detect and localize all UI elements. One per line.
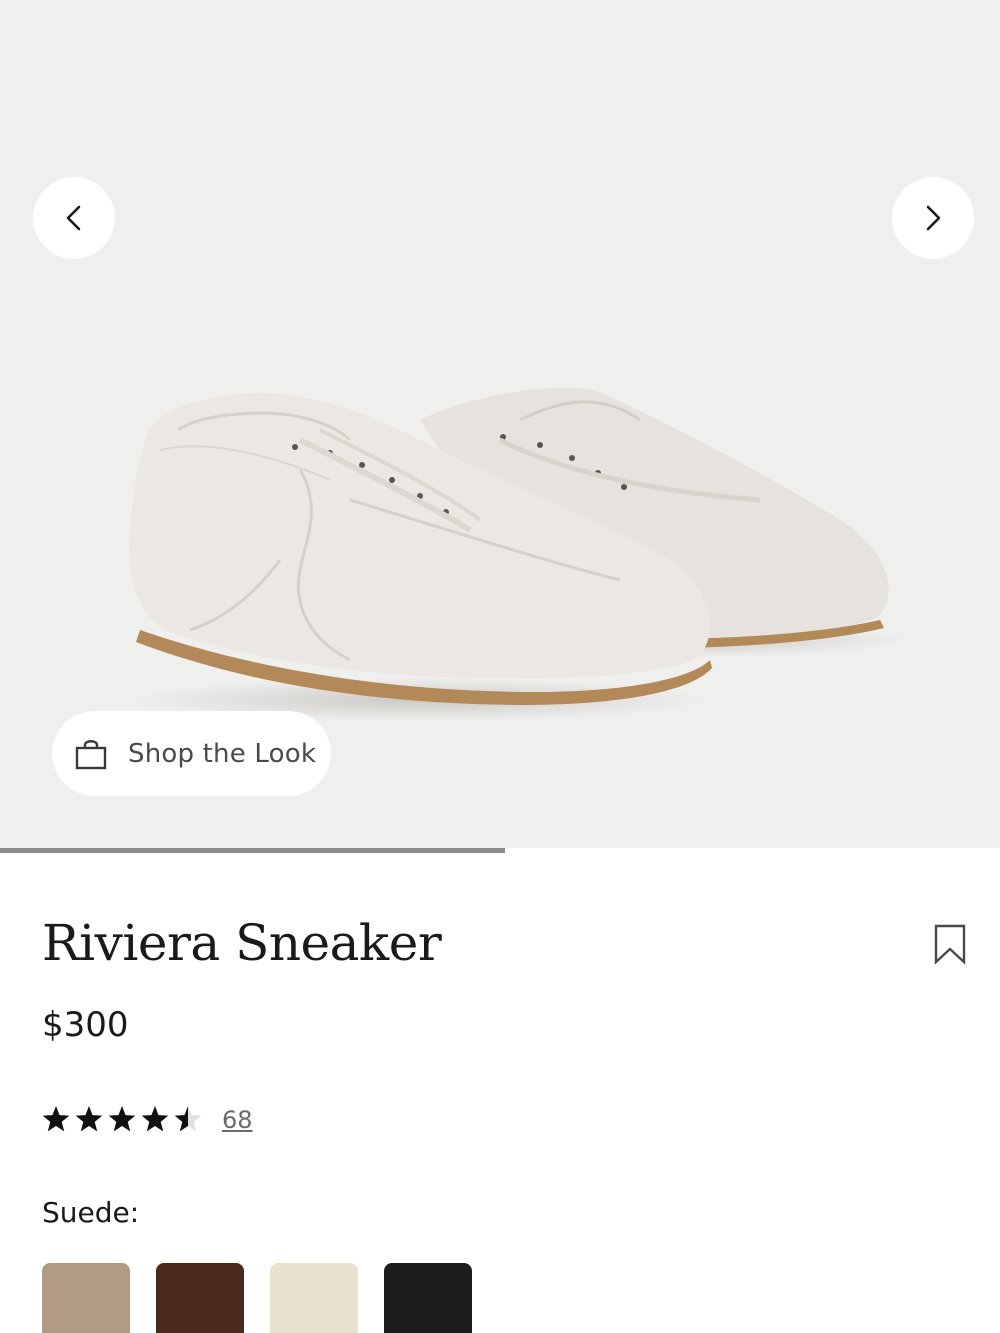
material-label: Suede: — [42, 1196, 140, 1229]
shopping-bag-icon — [75, 739, 107, 769]
product-title: Riviera Sneaker — [42, 914, 442, 972]
star-filled-icon — [108, 1106, 136, 1132]
product-rating[interactable]: 68 — [42, 1103, 253, 1137]
chevron-left-icon — [66, 205, 81, 231]
shop-the-look-button[interactable]: Shop the Look — [52, 711, 331, 796]
star-filled-icon — [42, 1106, 70, 1132]
star-filled-icon — [75, 1106, 103, 1132]
bookmark-icon — [934, 924, 966, 965]
material-swatches — [42, 1263, 498, 1333]
shop-the-look-label: Shop the Look — [128, 738, 317, 769]
review-count-link[interactable]: 68 — [222, 1106, 253, 1134]
star-filled-icon — [141, 1106, 169, 1132]
rating-stars — [42, 1106, 202, 1132]
next-image-button[interactable] — [892, 177, 974, 259]
gallery-progress-fill — [0, 848, 505, 853]
product-image-gallery[interactable]: Shop the Look — [0, 0, 1000, 848]
material-swatch[interactable] — [270, 1263, 358, 1333]
gallery-progress-bar — [0, 848, 1000, 853]
material-swatch[interactable] — [42, 1263, 130, 1333]
previous-image-button[interactable] — [33, 177, 115, 259]
product-price: $300 — [42, 1005, 129, 1045]
material-swatch[interactable] — [156, 1263, 244, 1333]
material-swatch[interactable] — [384, 1263, 472, 1333]
chevron-right-icon — [926, 205, 941, 231]
bookmark-button[interactable] — [933, 923, 967, 969]
